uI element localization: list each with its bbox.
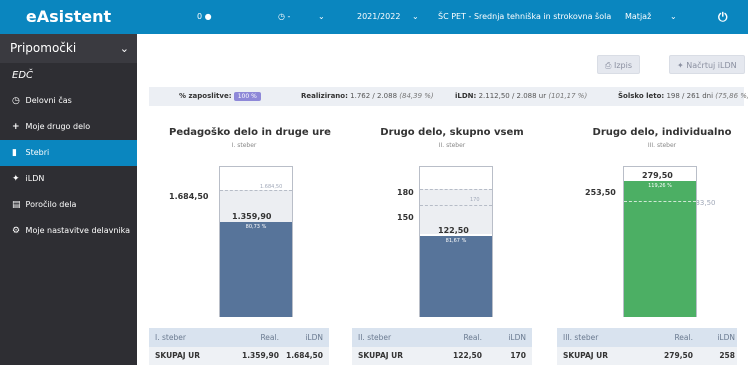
- secondary-value: 150: [397, 213, 414, 222]
- sidebar-section-title: EDČ: [12, 70, 34, 81]
- table-header: III. steber Real. iLDN: [557, 328, 737, 347]
- secondary-line: [420, 205, 492, 206]
- real-value: 122,50: [438, 226, 469, 235]
- plan-inside-label: 1.684,50: [260, 184, 283, 190]
- power-icon[interactable]: ⏻: [718, 0, 728, 34]
- chat-bubble-icon: ●: [204, 12, 212, 21]
- pillar-1-table: I. steber Real. iLDN SKUPAJ UR 1.359,90 …: [149, 328, 329, 365]
- sidebar-item-delovni-cas[interactable]: ◷ Delovni čas: [0, 88, 137, 114]
- column-title: Pedagoško delo in druge ure: [169, 127, 331, 138]
- plus-icon: +: [12, 122, 20, 132]
- pillar-3-bar: 279,50 119,26 %: [623, 166, 697, 317]
- pillar-2-table: II. steber Real. iLDN SKUPAJ UR 122,50 1…: [352, 328, 532, 365]
- chevron-down-icon: ⌄: [119, 42, 129, 55]
- sidebar-item-porocilo-dela[interactable]: ▤ Poročilo dela: [0, 192, 137, 218]
- plan-value: 1.684,50: [169, 192, 209, 201]
- employment-stat: % zaposlitve: 100 %: [179, 87, 261, 106]
- sidebar-item-nastavitve[interactable]: ⚙ Moje nastavitve delavnika: [0, 218, 137, 244]
- plan-line: [624, 201, 696, 202]
- real-percent: 81,67 %: [445, 238, 467, 244]
- plan-inside-label: 170: [470, 197, 480, 203]
- real-bar: [420, 236, 492, 317]
- school-year-stat: Šolsko leto: 198 / 261 dni (75,86 %): [618, 92, 748, 100]
- plan-button-label: Načrtuj iLDN: [686, 61, 737, 70]
- brand-logo[interactable]: eAsistent: [0, 0, 137, 34]
- sidebar-item-label: Delovni čas: [25, 96, 72, 105]
- employment-badge: 100 %: [233, 92, 261, 101]
- table-header: II. steber Real. iLDN: [352, 328, 532, 347]
- table-row: SKUPAJ UR 279,50 258: [557, 347, 737, 365]
- clock-icon: ◷: [12, 96, 20, 106]
- clock-icon: ◷: [278, 12, 285, 21]
- sidebar-item-label: iLDN: [25, 174, 45, 183]
- magic-wand-icon: ✦: [12, 174, 20, 184]
- plan-line: [420, 189, 492, 190]
- column-title: Drugo delo, individualno: [592, 127, 732, 138]
- column-title: Drugo delo, skupno vsem: [380, 127, 524, 138]
- real-bar: [220, 222, 292, 317]
- sidebar-item-ildn[interactable]: ✦ iLDN: [0, 166, 137, 192]
- column-subtitle: II. steber: [438, 142, 466, 149]
- real-percent: 119,26 %: [648, 183, 672, 189]
- clock-value: -: [287, 12, 291, 21]
- bar-chart-icon: ▮: [12, 148, 17, 158]
- magic-wand-icon: ✦: [677, 61, 684, 70]
- pillar-2-bar: 170 122,50 81,67 %: [419, 166, 493, 317]
- realized-stat: Realizirano: 1.762 / 2.088 (84,39 %): [301, 92, 434, 100]
- print-icon: ⎙: [605, 61, 612, 70]
- table-row: SKUPAJ UR 122,50 170: [352, 347, 532, 365]
- chevron-down-icon[interactable]: ⌄: [412, 0, 419, 34]
- stats-bar: % zaposlitve: 100 % Realizirano: 1.762 /…: [149, 87, 748, 106]
- print-button[interactable]: ⎙ Izpis: [597, 55, 640, 74]
- ildn-stat: iLDN: 2.112,50 / 2.088 ur (101,17 %): [455, 92, 588, 100]
- chevron-down-icon[interactable]: ⌄: [670, 0, 677, 34]
- notification-count: 0: [197, 12, 203, 21]
- real-percent: 80,73 %: [245, 224, 267, 230]
- top-bar: eAsistent 0 ● ◷ - ⌄ 2021/2022 ⌄ ŠC PET -…: [0, 0, 748, 34]
- plan-value: 253,50: [585, 188, 616, 197]
- chevron-down-icon[interactable]: ⌄: [318, 0, 325, 34]
- clock-menu[interactable]: ◷ -: [278, 0, 290, 34]
- sidebar-item-moje-drugo-delo[interactable]: + Moje drugo delo: [0, 114, 137, 140]
- notifications[interactable]: 0 ●: [197, 0, 212, 34]
- sidebar-item-label: Moje nastavitve delavnika: [25, 226, 131, 235]
- sidebar: Pripomočki ⌄ EDČ ◷ Delovni čas + Moje dr…: [0, 34, 137, 365]
- table-header: I. steber Real. iLDN: [149, 328, 329, 347]
- sidebar-item-label: Moje drugo delo: [25, 122, 91, 131]
- table-row: SKUPAJ UR 1.359,90 1.684,50: [149, 347, 329, 365]
- real-value: 279,50: [642, 171, 673, 180]
- sidebar-title: Pripomočki: [10, 41, 77, 55]
- sidebar-header[interactable]: Pripomočki ⌄: [0, 34, 137, 63]
- plan-ildn-button[interactable]: ✦ Načrtuj iLDN: [669, 55, 745, 74]
- user-menu[interactable]: Matjaž: [625, 0, 651, 34]
- print-button-label: Izpis: [613, 61, 632, 70]
- sidebar-item-label: Stebri: [25, 148, 50, 157]
- sidebar-item-label: Poročilo dela: [25, 200, 77, 209]
- main-content: ⎙ Izpis ✦ Načrtuj iLDN % zaposlitve: 100…: [137, 34, 748, 365]
- pillar-1-bar: 1.684,50 1.359,90 80,73 %: [219, 166, 293, 317]
- report-icon: ▤: [12, 200, 21, 210]
- real-value: 1.359,90: [232, 212, 272, 221]
- plan-line: [220, 190, 292, 191]
- pillar-3-table: III. steber Real. iLDN SKUPAJ UR 279,50 …: [557, 328, 737, 365]
- gear-icon: ⚙: [12, 226, 21, 236]
- sidebar-item-stebri[interactable]: ▮ Stebri: [0, 140, 137, 166]
- column-subtitle: I. steber: [231, 142, 257, 149]
- plan-value: 180: [397, 188, 414, 197]
- school-name[interactable]: ŠC PET - Srednja tehniška in strokovna š…: [438, 0, 611, 34]
- school-year-selector[interactable]: 2021/2022: [357, 0, 400, 34]
- column-subtitle: III. steber: [647, 142, 677, 149]
